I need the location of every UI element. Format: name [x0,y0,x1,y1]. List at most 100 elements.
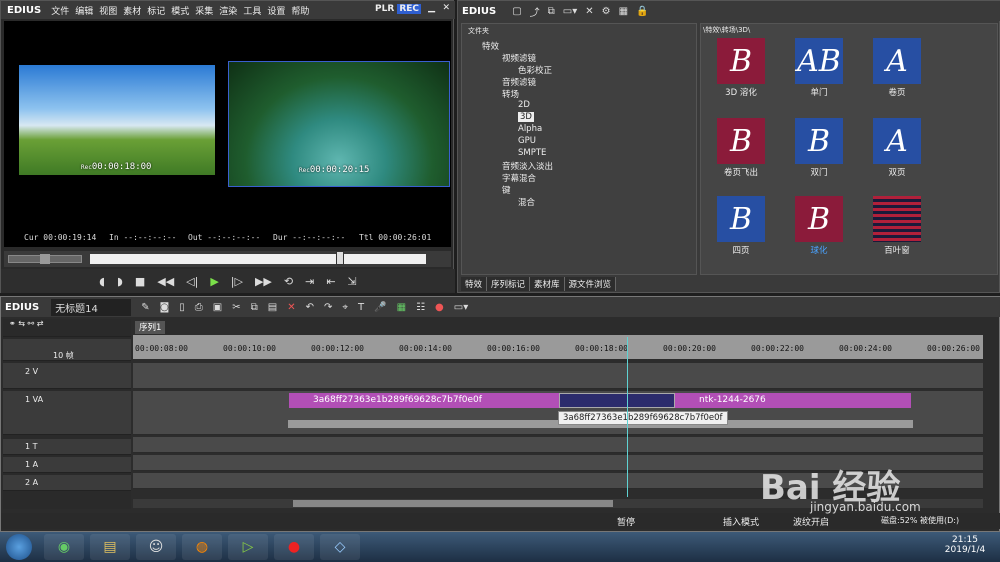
menu-view[interactable]: 视图 [99,4,117,17]
overwrite-icon[interactable]: ⇤ [326,275,335,288]
jog-handle[interactable] [40,254,50,264]
minimize-icon[interactable]: ▁ [428,3,435,13]
tab-source-browser[interactable]: 源文件浏览 [564,277,617,291]
tree-node[interactable]: 特效 [482,40,499,52]
up-folder-icon[interactable]: ⤴ [530,4,540,19]
lane-t1[interactable] [133,437,983,453]
tree-node[interactable]: GPU [518,136,536,146]
tile-blinds[interactable] [873,196,921,242]
scrub-bar[interactable] [4,251,451,267]
tree-node[interactable]: 音频滤镜 [502,76,536,88]
tree-node[interactable]: Alpha [518,124,542,134]
paste-icon[interactable]: ▤ [268,302,277,313]
folder-icon[interactable]: ▢ [512,6,521,17]
open-icon[interactable]: ⎙ [195,302,203,313]
taskbar-app-7[interactable]: ◇ [320,534,360,560]
h-scroll-thumb[interactable] [293,500,613,507]
tree-node[interactable]: SMPTE [518,148,546,158]
frame-setting[interactable]: 10 帧 [53,350,74,361]
tab-effects[interactable]: 特效 [461,277,488,291]
tree-node[interactable]: 转场 [502,88,519,100]
new-icon[interactable]: ▯ [179,302,185,313]
tile-3d-dissolve[interactable]: B [717,38,765,84]
tree-node[interactable]: 2D [518,100,530,110]
properties-icon[interactable]: ⚙ [602,6,611,17]
layout-icon[interactable]: ▭▾ [454,302,468,313]
insert-icon[interactable]: ⇥ [305,275,314,288]
menu-edit[interactable]: 编辑 [75,4,93,17]
menu-clip[interactable]: 素材 [123,4,141,17]
tree-node[interactable]: 字幕混合 [502,172,536,184]
export-icon[interactable]: ⇲ [348,275,357,288]
menu-settings[interactable]: 设置 [267,4,285,17]
menu-marker[interactable]: 标记 [147,4,165,17]
tab-bin[interactable]: 素材库 [530,277,565,291]
mixer-icon[interactable]: ☷ [416,302,425,313]
rec-button[interactable]: REC [397,4,421,14]
set-out-icon[interactable]: ◗ [117,275,123,288]
layout-icon[interactable]: ▦ [619,6,628,17]
menu-tools[interactable]: 工具 [243,4,261,17]
time-ruler[interactable]: 00:00:08:00 00:00:10:00 00:00:12:00 00:00:1… [133,335,983,359]
tab-sequence-markers[interactable]: 序列标记 [487,277,531,291]
position-handle[interactable] [336,251,344,265]
undo-icon[interactable]: ↶ [306,302,314,313]
clip-2[interactable]: ntk-1244-2676 [675,393,911,408]
save-icon[interactable]: ▣ [213,302,222,313]
copy-icon[interactable]: ⧉ [548,6,555,17]
tree-node[interactable]: 音频淡入淡出 [502,160,553,172]
title-icon[interactable]: T [358,302,364,313]
tile-double-page[interactable]: A [873,118,921,164]
clip-1[interactable]: 3a68ff27363e1b289f69628c7b7f0e0f [289,393,559,408]
tree-node[interactable]: 混合 [518,196,535,208]
tile-single-door[interactable]: AB [795,38,843,84]
rewind-icon[interactable]: ◀◀ [157,275,174,288]
set-in-icon[interactable]: ◖ [99,275,105,288]
tile-double-door[interactable]: B [795,118,843,164]
step-back-icon[interactable]: ◁| [186,275,198,288]
magic-wand-icon[interactable]: ✎ [141,302,149,313]
redo-icon[interactable]: ↷ [324,302,332,313]
taskbar-firefox-icon[interactable]: ◍ [182,534,222,560]
stop-icon[interactable]: ■ [135,275,145,288]
menu-capture[interactable]: 采集 [195,4,213,17]
tile-page-curl[interactable]: A [873,38,921,84]
taskbar-qq-icon[interactable]: ☺ [136,534,176,560]
view-icon[interactable]: ▭▾ [563,6,577,17]
taskbar-record-icon[interactable]: ● [274,534,314,560]
lane-va1[interactable]: 3a68ff27363e1b289f69628c7b7f0e0f ntk-124… [133,391,983,435]
tree-node[interactable]: 3D [518,112,534,122]
cut-icon[interactable]: ✂ [232,302,240,313]
position-track[interactable] [90,254,426,264]
clock[interactable]: 21:15 2019/1/4 [940,535,990,555]
tile-four-page[interactable]: B [717,196,765,242]
camera-icon[interactable]: ◙ [160,302,170,313]
transition-clip[interactable] [559,393,675,408]
copy-icon[interactable]: ⧉ [251,302,258,313]
taskbar-app-1[interactable]: ◉ [44,534,84,560]
color-icon[interactable]: ● [435,302,444,313]
marker-icon[interactable]: ⌖ [342,302,348,313]
tile-sphere[interactable]: B [795,196,843,242]
close-icon[interactable]: ✕ [442,3,450,13]
taskbar-edius-icon[interactable]: ▷ [228,534,268,560]
start-button[interactable] [6,534,32,560]
tree-node[interactable]: 色彩校正 [518,64,552,76]
plr-button[interactable]: PLR [373,4,396,14]
render-icon[interactable]: ▦ [397,302,406,313]
delete-icon[interactable]: ✕ [585,6,593,17]
loop-icon[interactable]: ⟲ [284,275,293,288]
lock-icon[interactable]: 🔒 [636,6,648,17]
menu-render[interactable]: 渲染 [219,4,237,17]
step-forward-icon[interactable]: |▷ [231,275,243,288]
tree-node[interactable]: 视频滤镜 [502,52,536,64]
mic-icon[interactable]: 🎤 [374,302,386,313]
tree-node[interactable]: 键 [502,184,511,196]
menu-mode[interactable]: 模式 [171,4,189,17]
sequence-tab[interactable]: 序列1 [135,321,165,334]
play-icon[interactable]: ▶ [210,275,218,288]
ripple-delete-icon[interactable]: ✕ [287,302,295,313]
lane-v2[interactable] [133,363,983,389]
taskbar-explorer-icon[interactable]: ▤ [90,534,130,560]
menu-file[interactable]: 文件 [51,4,69,17]
